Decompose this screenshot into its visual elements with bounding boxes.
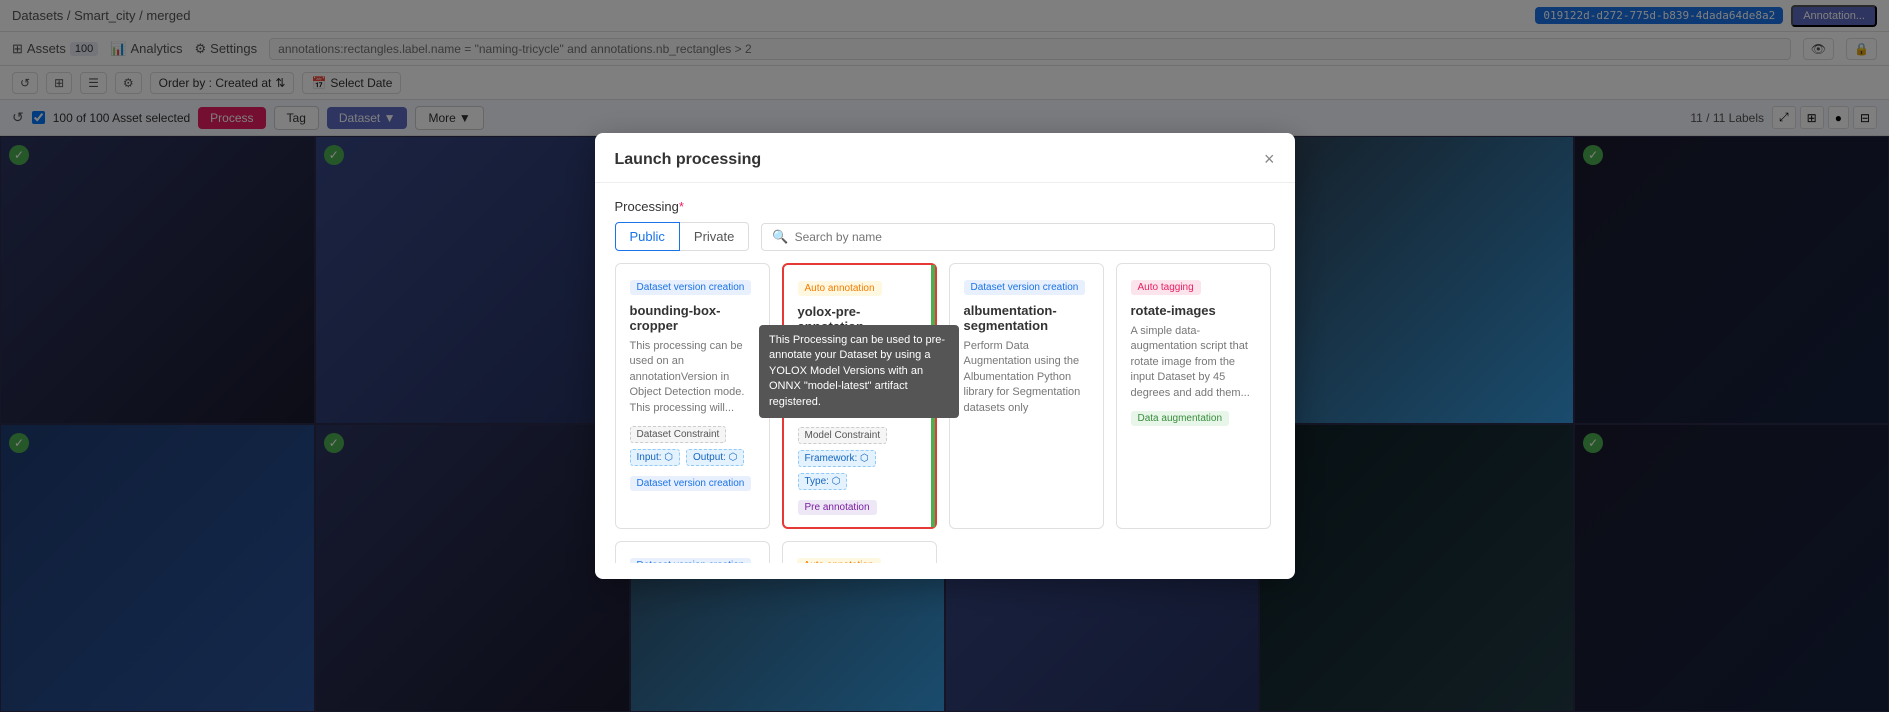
tab-public[interactable]: Public [615,222,680,251]
cards-grid: Dataset version creation bounding-box-cr… [615,263,1271,563]
card-badge-autotagging: Auto tagging [1131,280,1201,295]
card-footer-yolox: Model Constraint Framework: ⬡ Type: ⬡ [798,427,921,490]
modal-close-button[interactable]: × [1264,149,1275,170]
card-albumentation-segmentation[interactable]: Dataset version creation albumentation-s… [949,263,1104,529]
card-rotate-images[interactable]: Auto tagging rotate-images A simple data… [1116,263,1271,529]
dataset-constraint-tag: Dataset Constraint [630,426,727,443]
version-creation-badge: Dataset version creation [630,476,752,491]
card-yolov8-pre-annotation[interactable]: Auto annotation yolov8-pre-annotation Th… [782,541,937,563]
pre-annotation-badge: Pre annotation [798,500,877,515]
search-processing-wrapper: 🔍 [761,223,1274,251]
card-yolox-pre-annotation[interactable]: Auto annotation yolox-pre-annotation Thi… [782,263,937,529]
tooltip-popup: This Processing can be used to pre-annot… [759,325,959,418]
output-tag: Output: ⬡ [686,449,744,466]
modal-title: Launch processing [615,151,762,169]
card-badge: Dataset version creation [630,280,752,295]
type-tag: Type: ⬡ [798,473,848,490]
processing-label: Processing* [615,199,1275,214]
cards-container: Dataset version creation bounding-box-cr… [615,263,1275,563]
card-desc: This processing can be used on an annota… [630,339,755,416]
modal-body: Processing* Public Private 🔍 Dataset ver… [595,183,1295,579]
card-badge-albumentation: Dataset version creation [964,280,1086,295]
processing-search-input[interactable] [795,230,1264,244]
model-constraint-tag: Model Constraint [798,427,888,444]
launch-processing-modal: Launch processing × Processing* Public P… [595,133,1295,579]
card-tensorflow-pre-annotation[interactable]: Dataset version creation tensorflow-pre-… [615,541,770,563]
tabs-row: Public Private 🔍 [615,222,1275,251]
data-augmentation-badge: Data augmentation [1131,411,1230,426]
card-title: bounding-box-cropper [630,303,755,333]
card-desc-rotate: A simple data-augmentation script that r… [1131,324,1256,401]
card-footer: Dataset Constraint Input: ⬡ Output: ⬡ [630,426,755,466]
card-badge-auto: Auto annotation [798,281,882,296]
card-title-rotate: rotate-images [1131,303,1256,318]
modal-backdrop[interactable]: Launch processing × Processing* Public P… [0,0,1889,712]
modal-header: Launch processing × [595,133,1295,183]
search-icon: 🔍 [772,229,788,245]
card-bounding-box-cropper[interactable]: Dataset version creation bounding-box-cr… [615,263,770,529]
card-badge-yolov8: Auto annotation [797,558,881,563]
card-badge-tensorflow: Dataset version creation [630,558,752,563]
card-title-albumentation: albumentation-segmentation [964,303,1089,333]
tab-private[interactable]: Private [680,222,749,251]
framework-tag: Framework: ⬡ [798,450,876,467]
card-desc-albumentation: Perform Data Augmentation using the Albu… [964,339,1089,416]
input-tag: Input: ⬡ [630,449,681,466]
